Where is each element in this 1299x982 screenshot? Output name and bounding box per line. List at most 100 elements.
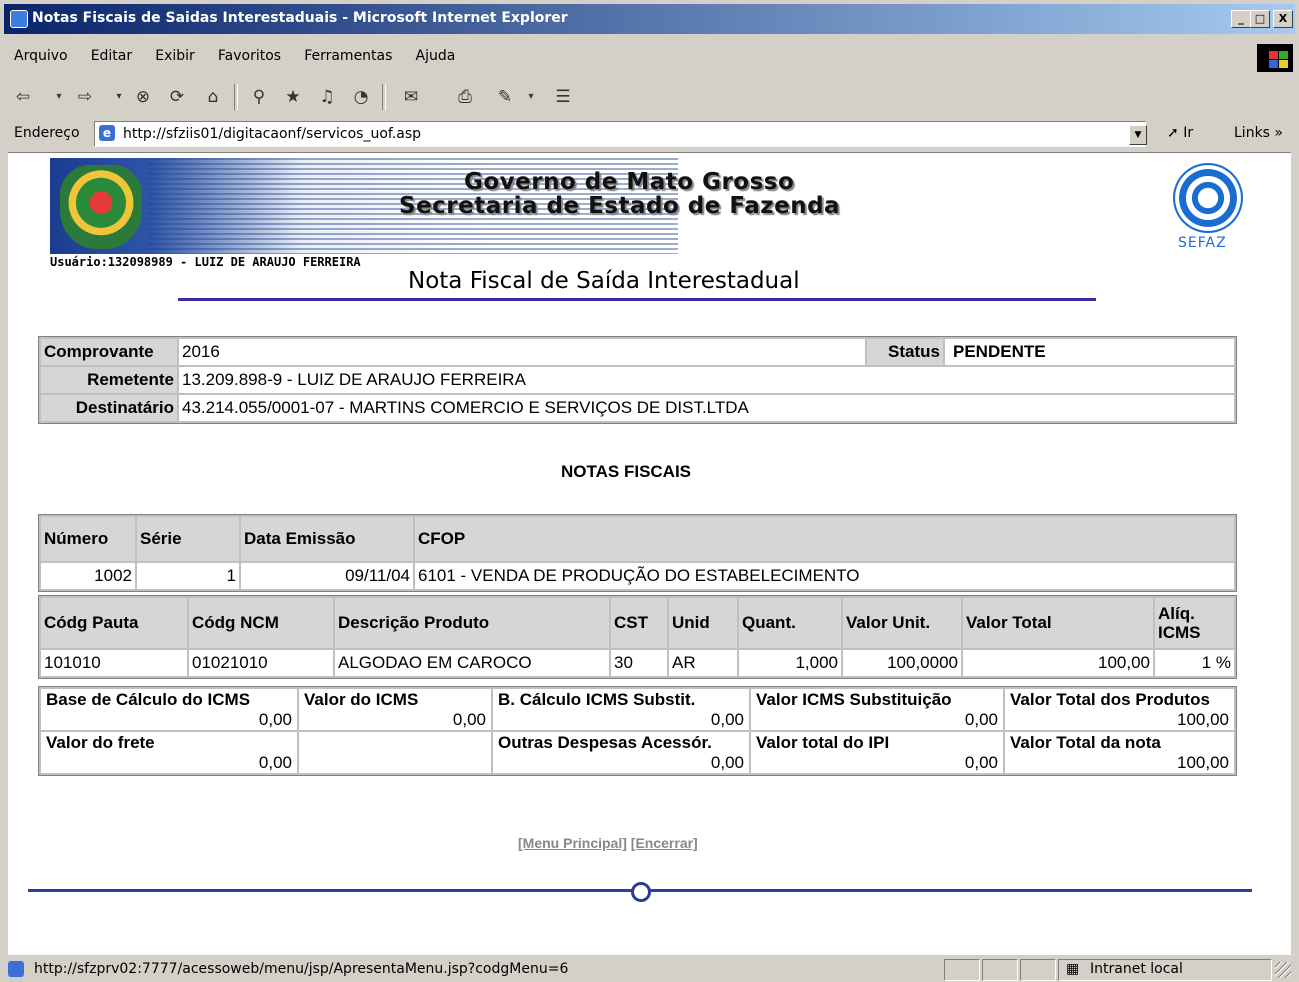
- valor-icms-value: 0,00: [452, 710, 486, 729]
- menu-principal-link[interactable]: [Menu Principal]: [518, 835, 627, 851]
- back-dropdown-icon[interactable]: ▾: [48, 86, 70, 108]
- base-icms-label: Base de Cálculo do ICMS: [46, 690, 251, 709]
- cell-data-emissao: 09/11/04: [241, 563, 413, 589]
- address-input[interactable]: e http://sfziis01/digitacaonf/servicos_u…: [94, 121, 1146, 147]
- table-row: 1002 1 09/11/04 6101 - VENDA DE PRODUÇÃO…: [41, 563, 1234, 589]
- forward-dropdown-icon[interactable]: ▾: [108, 86, 130, 108]
- history-icon[interactable]: ◔: [350, 86, 372, 108]
- notas-table: Número Série Data Emissão CFOP 1002 1 09…: [38, 514, 1237, 592]
- destinatario-label: Destinatário: [41, 395, 177, 421]
- government-title: Governo de Mato Grosso: [464, 169, 795, 195]
- footer-links: [Menu Principal] [Encerrar]: [518, 835, 698, 851]
- print-icon[interactable]: ⎙: [454, 86, 476, 108]
- address-url[interactable]: http://sfziis01/digitacaonf/servicos_uof…: [123, 126, 421, 142]
- window-title: Notas Fiscais de Saidas Interestaduais -…: [32, 10, 568, 26]
- sefaz-logo-icon: [1173, 163, 1243, 233]
- comprovante-row: Comprovante 2016 Status PENDENTE: [41, 339, 1234, 365]
- page-title: Nota Fiscal de Saída Interestadual: [408, 268, 800, 294]
- status-label: Status: [867, 339, 943, 365]
- frete-label: Valor do frete: [46, 733, 155, 752]
- windows-logo-icon: [1257, 44, 1293, 72]
- menu-ferramentas[interactable]: Ferramentas: [304, 48, 392, 64]
- go-arrow-icon: ➚: [1167, 125, 1179, 141]
- col-codg-ncm: Códg NCM: [189, 598, 333, 648]
- resize-grip-icon[interactable]: [1275, 962, 1291, 978]
- edit-icon[interactable]: ✎: [494, 86, 516, 108]
- base-subst-cell: B. Cálculo ICMS Substit. 0,00: [493, 689, 749, 730]
- produtos-header-row: Códg Pauta Códg NCM Descrição Produto CS…: [41, 598, 1234, 648]
- remetente-value: 13.209.898-9 - LUIZ DE ARAUJO FERREIRA: [179, 367, 1234, 393]
- toolbar-separator: [382, 84, 386, 110]
- col-quant: Quant.: [739, 598, 841, 648]
- cell-serie: 1: [137, 563, 239, 589]
- cell-unid: AR: [669, 650, 737, 676]
- address-bar: Endereço e http://sfziis01/digitacaonf/s…: [4, 118, 1295, 148]
- go-button[interactable]: ➚ Ir: [1167, 125, 1193, 141]
- status-cell: [1020, 959, 1056, 981]
- stop-icon[interactable]: ⊗: [132, 86, 154, 108]
- close-button[interactable]: X: [1273, 10, 1293, 28]
- col-data-emissao: Data Emissão: [241, 517, 413, 561]
- address-label: Endereço: [14, 125, 80, 141]
- address-dropdown-button[interactable]: ▼: [1129, 125, 1147, 145]
- menu-favoritos[interactable]: Favoritos: [218, 48, 281, 64]
- forward-icon[interactable]: ⇨: [74, 86, 96, 108]
- frete-cell: Valor do frete 0,00: [41, 732, 297, 773]
- page-viewport: Governo de Mato Grosso Secretaria de Est…: [8, 152, 1291, 955]
- title-bar[interactable]: Notas Fiscais de Saidas Interestaduais -…: [4, 4, 1295, 34]
- outras-despesas-cell: Outras Despesas Acessór. 0,00: [493, 732, 749, 773]
- discuss-icon[interactable]: ☰: [552, 86, 574, 108]
- comprovante-table: Comprovante 2016 Status PENDENTE Remeten…: [38, 336, 1237, 424]
- total-produtos-label: Valor Total dos Produtos: [1010, 690, 1210, 709]
- menu-ajuda[interactable]: Ajuda: [416, 48, 456, 64]
- status-cell: [944, 959, 980, 981]
- minimize-button[interactable]: _: [1231, 10, 1251, 28]
- favorites-icon[interactable]: ★: [282, 86, 304, 108]
- secretaria-title: Secretaria de Estado de Fazenda: [399, 193, 841, 219]
- col-serie: Série: [137, 517, 239, 561]
- totais-table: Base de Cálculo do ICMS 0,00 Valor do IC…: [38, 686, 1237, 776]
- col-cfop: CFOP: [415, 517, 1234, 561]
- cell-descricao: ALGODAO EM CAROCO: [335, 650, 609, 676]
- comprovante-label: Comprovante: [41, 339, 177, 365]
- ipi-cell: Valor total do IPI 0,00: [751, 732, 1003, 773]
- ipi-value: 0,00: [964, 753, 998, 772]
- base-subst-value: 0,00: [710, 710, 744, 729]
- page-status-icon: [8, 961, 24, 977]
- base-subst-label: B. Cálculo ICMS Substit.: [498, 690, 696, 709]
- notas-fiscais-heading: NOTAS FISCAIS: [561, 462, 692, 481]
- total-nota-value: 100,00: [1177, 753, 1229, 772]
- media-icon[interactable]: ♫: [316, 86, 338, 108]
- menu-arquivo[interactable]: Arquivo: [14, 48, 68, 64]
- browser-window: Notas Fiscais de Saidas Interestaduais -…: [0, 0, 1299, 982]
- status-text: http://sfzprv02:7777/acessoweb/menu/jsp/…: [34, 961, 569, 977]
- zone-icon: ▦: [1066, 961, 1080, 977]
- menu-editar[interactable]: Editar: [91, 48, 132, 64]
- maximize-button[interactable]: □: [1250, 10, 1270, 28]
- encerrar-link[interactable]: [Encerrar]: [631, 835, 698, 851]
- total-produtos-cell: Valor Total dos Produtos 100,00: [1005, 689, 1234, 730]
- mato-grosso-crest-icon: [60, 165, 142, 249]
- outras-despesas-value: 0,00: [710, 753, 744, 772]
- status-cell: [982, 959, 1018, 981]
- cell-codg-pauta: 101010: [41, 650, 187, 676]
- frete-value: 0,00: [258, 753, 292, 772]
- links-button[interactable]: Links »: [1234, 125, 1283, 141]
- cell-cfop: 6101 - VENDA DE PRODUÇÃO DO ESTABELECIME…: [415, 563, 1234, 589]
- base-icms-cell: Base de Cálculo do ICMS 0,00: [41, 689, 297, 730]
- cell-valor-unit: 100,0000: [843, 650, 961, 676]
- home-icon[interactable]: ⌂: [202, 86, 224, 108]
- col-unid: Unid: [669, 598, 737, 648]
- search-icon[interactable]: ⚲: [248, 86, 270, 108]
- refresh-icon[interactable]: ⟳: [166, 86, 188, 108]
- menu-bar: Arquivo Editar Exibir Favoritos Ferramen…: [4, 44, 1295, 70]
- cell-cst: 30: [611, 650, 667, 676]
- edit-dropdown-icon[interactable]: ▾: [520, 86, 542, 108]
- toolbar: ⇦ ▾ ⇨ ▾ ⊗ ⟳ ⌂ ⚲ ★ ♫ ◔ ✉ ⎙ ✎ ▾ ☰: [4, 82, 1295, 114]
- back-icon[interactable]: ⇦: [12, 86, 34, 108]
- menu-exibir[interactable]: Exibir: [155, 48, 195, 64]
- cell-numero: 1002: [41, 563, 135, 589]
- go-label: Ir: [1183, 125, 1194, 141]
- mail-icon[interactable]: ✉: [400, 86, 422, 108]
- sefaz-logo-text: SEFAZ: [1178, 235, 1227, 251]
